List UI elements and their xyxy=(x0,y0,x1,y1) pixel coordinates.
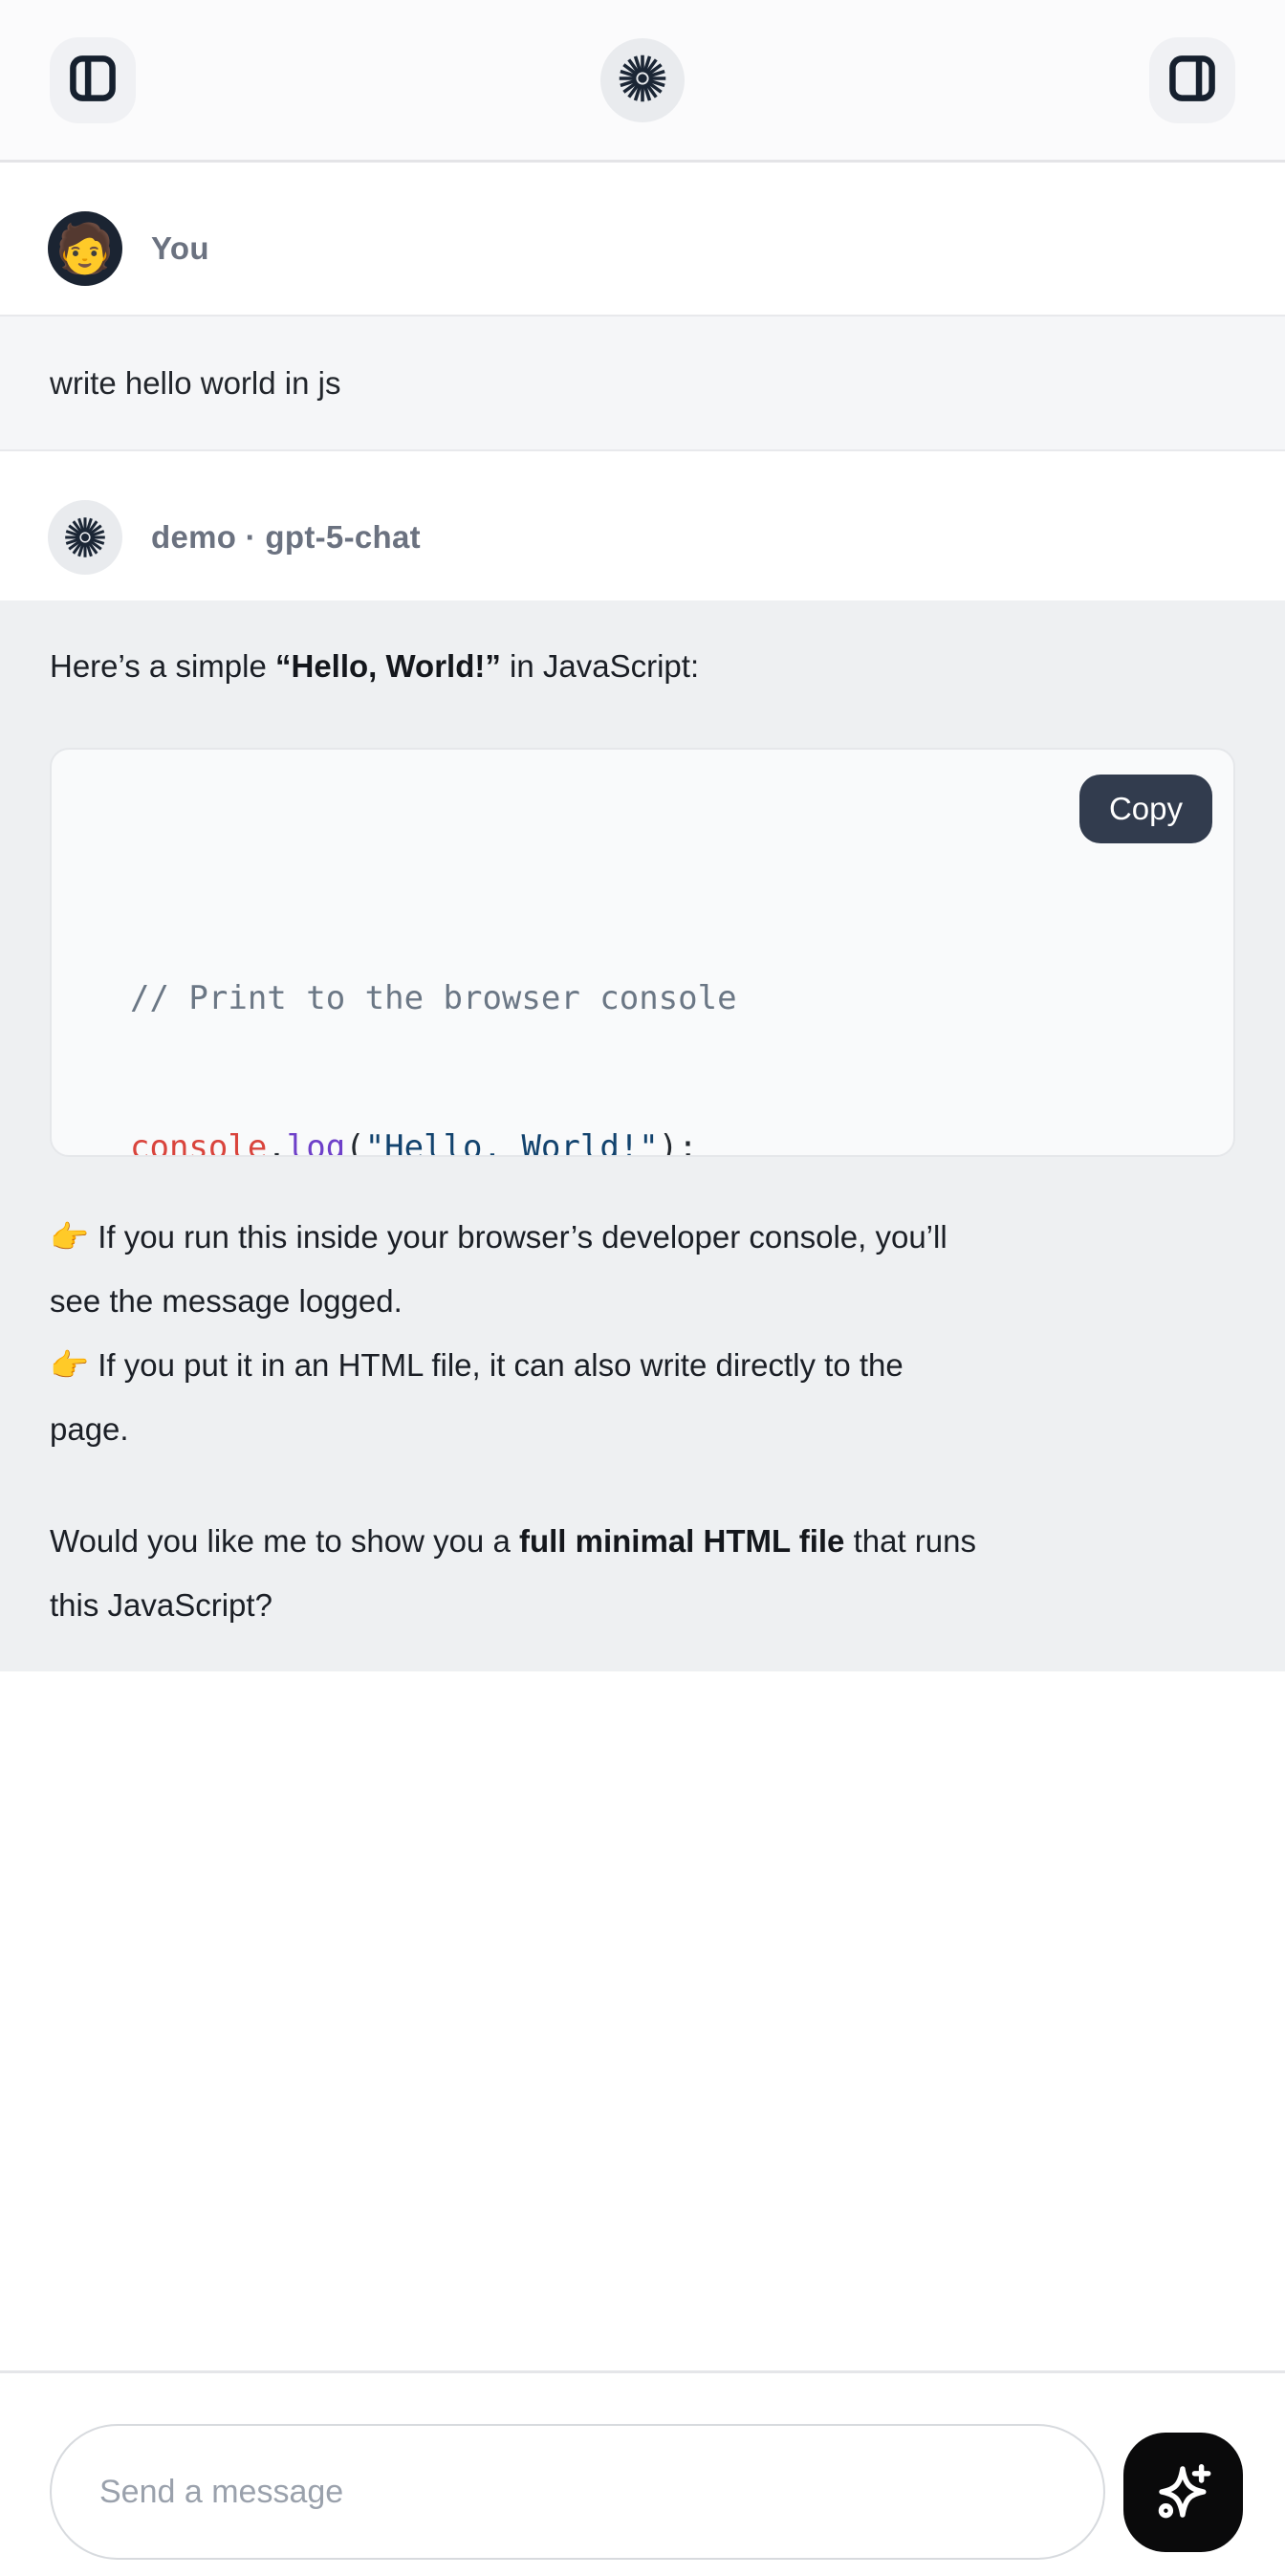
starburst-icon xyxy=(62,514,108,560)
user-avatar: 🧑 xyxy=(48,211,122,286)
message-input[interactable] xyxy=(50,2424,1105,2560)
user-message-header: 🧑 You xyxy=(0,163,1285,315)
right-panel-toggle-button[interactable] xyxy=(1149,37,1235,123)
sparkle-plus-icon xyxy=(1150,2458,1217,2525)
user-message: write hello world in js xyxy=(0,315,1285,451)
assistant-intro-text: Here’s a simple “Hello, World!” in JavaS… xyxy=(50,635,1235,698)
assistant-closing-question: Would you like me to show you a full min… xyxy=(50,1509,1235,1637)
send-button[interactable] xyxy=(1123,2433,1243,2552)
assistant-name-label: demo · gpt-5-chat xyxy=(151,519,421,556)
assistant-message-header: demo · gpt-5-chat xyxy=(0,451,1285,600)
copy-button[interactable]: Copy xyxy=(1079,775,1212,843)
app-logo-button[interactable] xyxy=(600,38,685,122)
code-block: Copy // Print to the browser console con… xyxy=(50,748,1235,1157)
top-bar xyxy=(0,0,1285,163)
code-line: // Print to the browser console xyxy=(130,973,1195,1023)
user-name-label: You xyxy=(151,230,209,267)
person-emoji: 🧑 xyxy=(55,225,115,273)
panel-left-icon xyxy=(68,54,118,106)
composer-bar xyxy=(0,2370,1285,2576)
user-message-text: write hello world in js xyxy=(50,365,340,402)
assistant-message: Here’s a simple “Hello, World!” in JavaS… xyxy=(0,600,1285,1671)
assistant-paragraph: 👉 If you run this inside your browser’s … xyxy=(50,1205,1235,1461)
empty-scroll-area xyxy=(0,1671,1285,2370)
sidebar-toggle-button[interactable] xyxy=(50,37,136,123)
chat-app: 🧑 You write hello world in js xyxy=(0,0,1285,2576)
panel-right-icon xyxy=(1167,54,1217,106)
code-line: console.log("Hello, World!"); xyxy=(130,1123,1195,1157)
starburst-logo-icon xyxy=(616,52,669,108)
assistant-avatar xyxy=(48,500,122,575)
